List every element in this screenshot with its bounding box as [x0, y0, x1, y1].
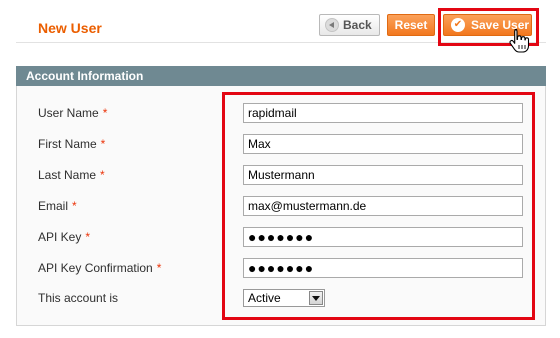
hand-pointer-icon	[509, 28, 530, 53]
back-button[interactable]: Back	[319, 14, 380, 36]
required-marker: *	[85, 230, 91, 244]
first-name-label: First Name *	[38, 137, 106, 151]
email-label: Email *	[38, 199, 77, 213]
required-marker: *	[100, 168, 105, 182]
page-title: New User	[38, 20, 102, 36]
username-label: User Name *	[38, 106, 108, 120]
required-marker: *	[102, 106, 108, 120]
account-status-label: This account is	[38, 291, 119, 305]
required-marker: *	[100, 137, 106, 151]
api-key-label: API Key *	[38, 230, 91, 244]
required-marker: *	[72, 199, 77, 213]
reset-button[interactable]: Reset	[387, 14, 435, 36]
back-button-label: Back	[343, 18, 372, 32]
fields-highlight	[222, 92, 535, 320]
back-arrow-icon	[325, 18, 339, 32]
last-name-label: Last Name *	[38, 168, 105, 182]
fieldset-legend: Account Information	[16, 66, 546, 86]
required-marker: *	[156, 261, 162, 275]
api-key-confirmation-label: API Key Confirmation *	[38, 261, 162, 275]
